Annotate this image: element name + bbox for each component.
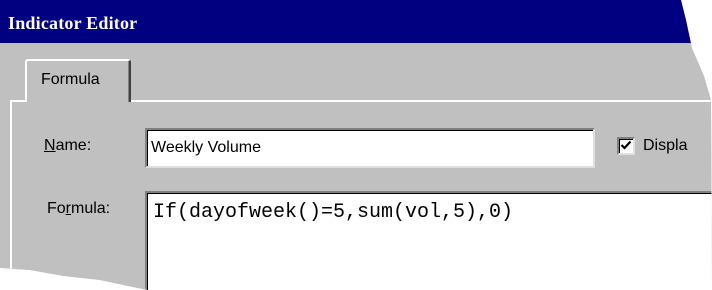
formula-label: Formula: — [47, 200, 110, 218]
name-label-mnemonic: N — [44, 137, 56, 154]
indicator-editor-window: Indicator Editor Formula Name: Weekly Vo… — [0, 0, 712, 290]
tab-formula[interactable]: Formula — [25, 59, 131, 102]
formula-label-before: Fo — [47, 200, 66, 217]
formula-input-value: If(dayofweek()=5,sum(vol,5),0) — [153, 201, 514, 224]
title-bar[interactable]: Indicator Editor — [0, 0, 712, 43]
screenshot-canvas: Indicator Editor Formula Name: Weekly Vo… — [0, 0, 712, 290]
formula-input[interactable]: If(dayofweek()=5,sum(vol,5),0) — [145, 191, 712, 290]
name-label-rest: ame: — [55, 137, 92, 154]
tab-formula-label: Formula — [41, 71, 100, 88]
name-input[interactable]: Weekly Volume — [145, 128, 595, 168]
display-checkbox[interactable] — [617, 137, 635, 155]
name-input-value: Weekly Volume — [151, 139, 261, 156]
name-label: Name: — [44, 137, 91, 155]
formula-label-after: mula: — [71, 200, 111, 217]
display-checkbox-label[interactable]: Displa — [643, 137, 687, 155]
checkmark-icon — [620, 140, 632, 150]
window-title: Indicator Editor — [8, 13, 138, 33]
